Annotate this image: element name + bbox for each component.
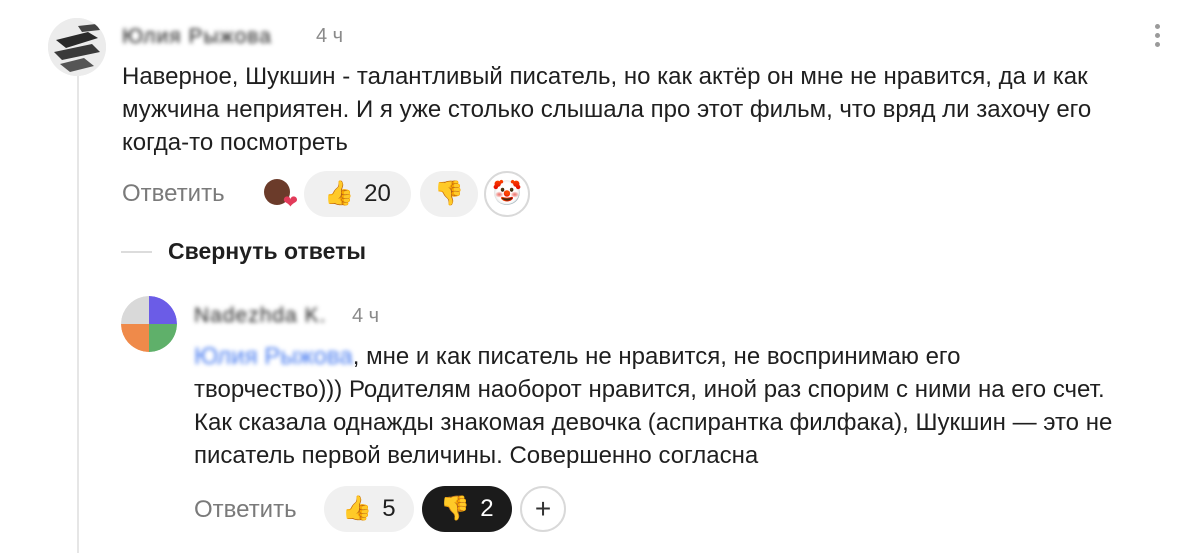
like-count: 20 <box>364 180 391 207</box>
plus-icon: + <box>534 493 552 524</box>
thumbs-up-icon: 👍 <box>324 180 355 207</box>
more-options-icon[interactable] <box>1155 24 1160 47</box>
clown-reaction[interactable]: 🤡 <box>484 171 530 217</box>
collapse-replies-button[interactable]: Свернуть ответы <box>168 238 366 265</box>
reply-dislike-reaction[interactable]: 👎 2 <box>422 486 512 532</box>
comment-time: 4 ч <box>316 25 344 47</box>
reply-author[interactable]: Nadezhda K. <box>194 304 326 328</box>
reply-text: Юлия Рыжова, мне и как писатель не нрави… <box>194 340 1114 472</box>
thumbs-down-icon: 👎 <box>434 180 464 207</box>
mention-link[interactable]: Юлия Рыжова <box>194 343 353 370</box>
reply-time: 4 ч <box>352 305 380 327</box>
clown-icon: 🤡 <box>492 180 522 207</box>
reply-like-count: 5 <box>382 495 396 522</box>
avatar[interactable] <box>48 18 106 76</box>
reply-avatar[interactable] <box>121 296 177 352</box>
thread-line <box>77 70 79 553</box>
thumbs-down-icon: 👎 <box>440 495 471 522</box>
reply-like-reaction[interactable]: 👍 5 <box>324 486 414 532</box>
dislike-reaction[interactable]: 👎 <box>420 171 478 217</box>
reply-reply-button[interactable]: Ответить <box>194 496 297 524</box>
collapse-divider <box>121 251 152 253</box>
heart-avatar-icon: ❤ <box>264 179 298 212</box>
like-reaction[interactable]: 👍 20 <box>304 171 411 217</box>
add-reaction-button[interactable]: + <box>520 486 566 532</box>
reply-dislike-count: 2 <box>480 495 494 522</box>
reply-avatar-image <box>121 296 177 352</box>
reaction-avatar-heart[interactable]: ❤ <box>256 171 302 217</box>
comment-text: Наверное, Шукшин - талантливый писатель,… <box>122 63 1092 156</box>
thumbs-up-icon: 👍 <box>342 495 373 522</box>
avatar-image <box>48 18 106 76</box>
comment-author[interactable]: Юлия Рыжова <box>122 25 272 49</box>
reply-button[interactable]: Ответить <box>122 180 225 208</box>
